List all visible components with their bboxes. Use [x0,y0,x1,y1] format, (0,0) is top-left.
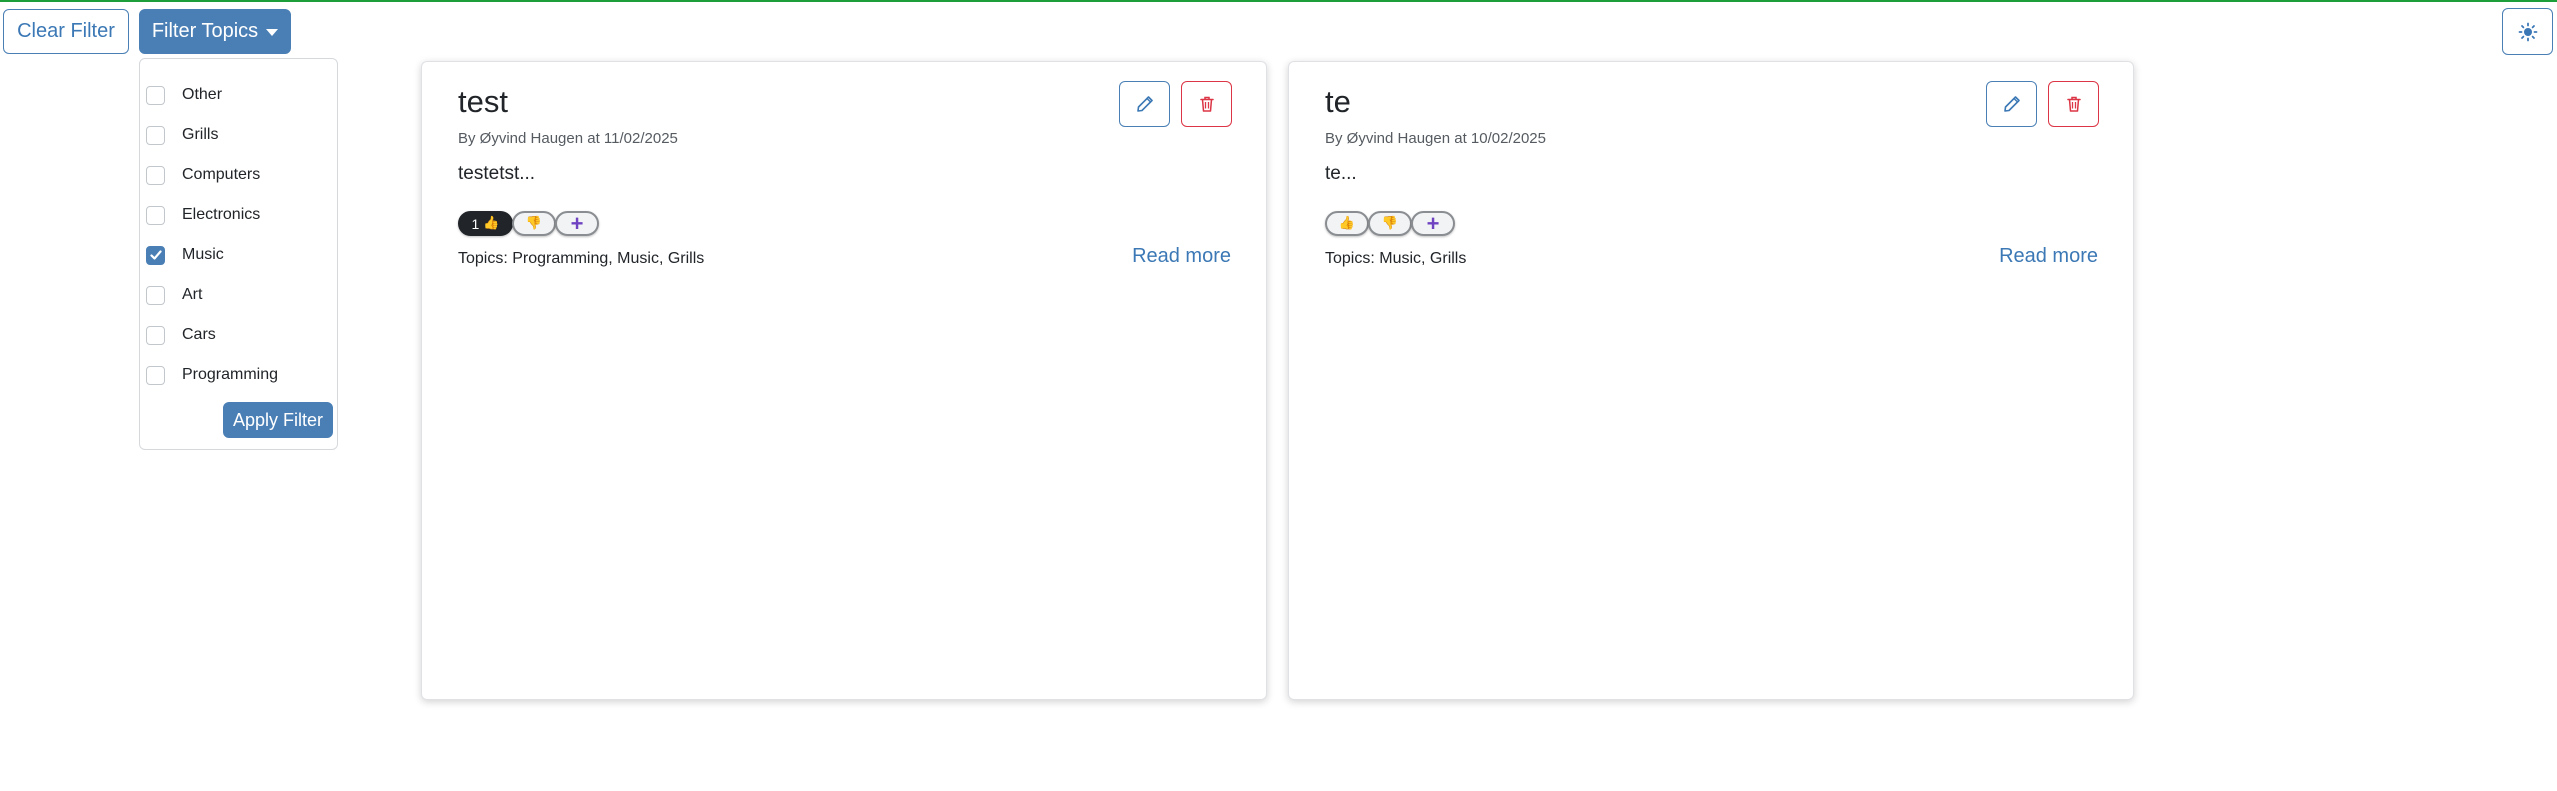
post-card: te By Øyvind Haugen at 10/02/2025 te... … [1288,61,2134,700]
edit-button[interactable] [1986,81,2037,127]
like-button[interactable]: 👍 [1325,211,1369,236]
topic-label: Computers [182,166,261,183]
like-count: 1 [471,215,480,232]
topic-option-grills[interactable]: Grills [146,120,218,150]
apply-filter-button[interactable]: Apply Filter [223,402,333,438]
trash-icon [2066,96,2081,112]
post-topics: Topics: Programming, Music, Grills [458,250,705,267]
apply-filter-label: Apply Filter [232,409,324,430]
trash-icon [1199,96,1214,112]
reaction-bar: 1 👍 👎 + [458,211,599,236]
edit-button[interactable] [1119,81,1170,127]
like-button[interactable]: 1 👍 [458,211,513,236]
add-reaction-button[interactable]: + [1411,211,1455,236]
topic-label: Programming [182,366,279,383]
topic-label: Art [182,286,203,303]
topic-option-cars[interactable]: Cars [146,320,216,350]
post-excerpt: testetst... [458,163,536,184]
topic-option-computers[interactable]: Computers [146,160,260,190]
post-meta: By Øyvind Haugen at 11/02/2025 [458,130,678,147]
post-title: test [458,84,508,119]
topic-option-music[interactable]: Music [146,240,224,270]
topic-checkbox[interactable] [146,365,165,385]
add-reaction-button[interactable]: + [555,211,599,236]
reaction-bar: 👍 👎 + [1325,211,1455,236]
pencil-icon [1136,96,1153,112]
thumbs-down-icon: 👎 [1381,216,1399,231]
post-topics: Topics: Music, Grills [1325,250,1467,267]
sun-icon [2518,22,2537,41]
caret-down-icon [266,29,279,36]
topic-checkbox[interactable] [146,325,165,345]
topic-option-electronics[interactable]: Electronics [146,200,260,230]
topic-checkbox[interactable] [146,245,165,265]
filter-topics-dropdown: Other Grills Computers Electronics Music… [139,58,338,450]
plus-icon: + [1426,210,1440,236]
dislike-button[interactable]: 👎 [512,211,556,236]
filter-topics-label: Filter Topics [151,20,259,42]
topic-option-programming[interactable]: Programming [146,360,278,390]
post-meta: By Øyvind Haugen at 10/02/2025 [1325,130,1546,147]
post-card: test By Øyvind Haugen at 11/02/2025 test… [421,61,1267,700]
filter-topics-button[interactable]: Filter Topics [139,9,291,54]
topic-label: Other [182,86,223,103]
post-excerpt: te... [1325,163,1357,184]
post-title: te [1325,84,1351,119]
plus-icon: + [570,210,584,236]
clear-filter-label: Clear Filter [17,20,115,42]
check-icon [149,250,162,260]
dislike-button[interactable]: 👎 [1368,211,1412,236]
read-more-link[interactable]: Read more [1132,245,1231,268]
delete-button[interactable] [1181,81,1232,127]
topic-checkbox[interactable] [146,85,165,105]
thumbs-down-icon: 👎 [525,216,543,231]
topic-checkbox[interactable] [146,125,165,145]
theme-toggle-button[interactable] [2502,8,2553,55]
topic-label: Cars [182,326,216,343]
topic-checkbox[interactable] [146,205,165,225]
topic-checkbox[interactable] [146,165,165,185]
topic-option-other[interactable]: Other [146,80,222,110]
thumbs-up-icon: 👍 [1338,216,1356,231]
topic-label: Electronics [182,206,261,223]
thumbs-up-icon: 👍 [483,216,500,231]
topic-option-art[interactable]: Art [146,280,202,310]
pencil-icon [2003,96,2020,112]
clear-filter-button[interactable]: Clear Filter [3,9,129,54]
top-accent-line [0,0,2557,2]
topic-checkbox[interactable] [146,285,165,305]
read-more-link[interactable]: Read more [1999,245,2098,268]
topic-label: Music [182,246,224,263]
delete-button[interactable] [2048,81,2099,127]
topic-label: Grills [182,126,219,143]
